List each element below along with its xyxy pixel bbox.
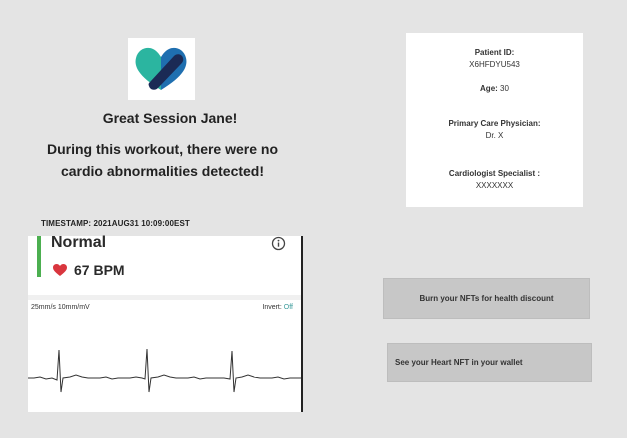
heart-logo-icon [135,47,187,90]
app-logo [128,38,195,100]
heart-icon [53,264,67,276]
patient-info-card: Patient ID: X6HFDYU543 Age: 30 Primary C… [406,33,583,207]
card-divider [28,295,303,300]
patient-id-value: X6HFDYU543 [469,60,520,69]
status-indicator-bar [37,236,41,277]
invert-value: Off [283,304,293,311]
physician-value: Dr. X [485,131,504,140]
view-wallet-button[interactable]: See your Heart NFT in your wallet [387,343,592,382]
ecg-status: Normal [51,234,107,251]
ecg-waveform [28,348,301,393]
patient-id-label: Patient ID: [474,48,515,57]
invert-toggle[interactable]: Invert: Off [262,304,293,311]
burn-nft-label: Burn your NFTs for health discount [419,294,554,303]
greeting-title: Great Session Jane! [102,110,238,126]
info-icon[interactable] [271,236,286,251]
cardiologist-label: Cardiologist Specialist : [448,169,541,178]
ecg-card: Normal 67 BPM 25mm/s 10mm/mV Invert: Off [28,234,303,412]
age-row: Age: 30 [406,84,583,93]
age-value: 30 [500,84,509,93]
age-label: Age: [480,84,498,93]
physician-label: Primary Care Physician: [448,119,541,128]
session-timestamp: TIMESTAMP: 2021AUG31 10:09:00EST [41,219,190,228]
heart-rate-value: 67 BPM [74,262,125,278]
cardiologist-value: XXXXXXX [475,181,514,190]
scroll-edge [301,236,303,412]
ecg-scale-label: 25mm/s 10mm/mV [31,304,90,311]
burn-nft-button[interactable]: Burn your NFTs for health discount [383,278,590,319]
invert-label: Invert: [262,304,282,311]
view-wallet-label: See your Heart NFT in your wallet [395,358,523,367]
session-message: During this workout, there were no cardi… [46,141,279,179]
